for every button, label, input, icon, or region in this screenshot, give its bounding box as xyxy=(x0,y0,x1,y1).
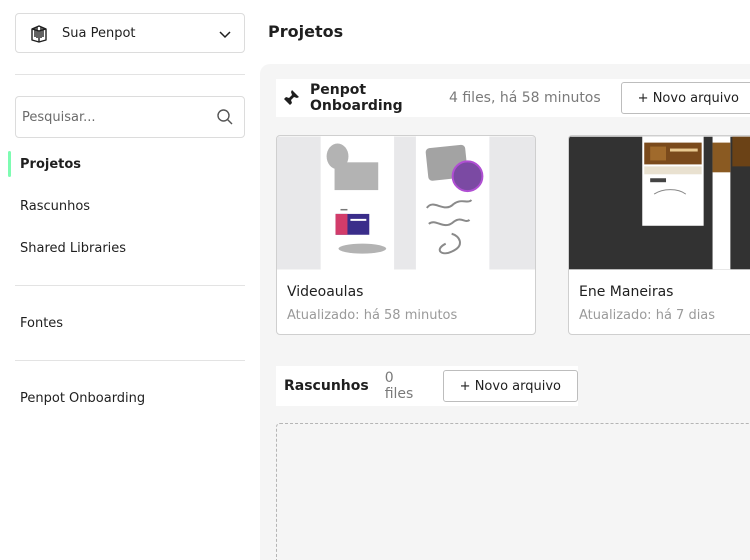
file-thumbnail xyxy=(277,136,535,270)
team-name: Sua Penpot xyxy=(62,25,136,41)
drafts-drop-zone[interactable] xyxy=(276,423,750,560)
team-selector[interactable]: Sua Penpot xyxy=(15,13,245,53)
divider xyxy=(15,74,245,75)
drafts-title: Rascunhos xyxy=(284,378,369,394)
sidebar-item-shared-libraries[interactable]: Shared Libraries xyxy=(20,241,126,256)
sidebar-item-fontes[interactable]: Fontes xyxy=(20,316,63,331)
main-content: Penpot Onboarding 4 files, há 58 minutos… xyxy=(260,64,750,560)
project-name[interactable]: Penpot Onboarding xyxy=(310,82,435,114)
drafts-new-file-button[interactable]: + Novo arquivo xyxy=(442,370,578,402)
page-title: Projetos xyxy=(268,22,344,41)
project-meta: 4 files, há 58 minutos xyxy=(449,90,601,106)
chevron-down-icon xyxy=(218,26,232,40)
search-box xyxy=(15,96,245,138)
new-file-button[interactable]: + Novo arquivo xyxy=(620,82,750,114)
file-title: Ene Maneiras xyxy=(579,284,674,300)
file-card[interactable]: Videoaulas Atualizado: há 58 minutos xyxy=(276,135,536,335)
active-indicator xyxy=(8,151,11,177)
sidebar-item-projetos[interactable]: Projetos xyxy=(20,157,81,172)
divider xyxy=(15,285,245,286)
pin-icon[interactable] xyxy=(282,89,300,107)
sidebar-item-rascunhos[interactable]: Rascunhos xyxy=(20,199,90,214)
divider xyxy=(15,360,245,361)
file-thumbnail xyxy=(569,136,750,270)
shopping-bag-icon xyxy=(28,22,50,44)
sidebar-item-penpot-onboarding[interactable]: Penpot Onboarding xyxy=(20,391,145,406)
sidebar: Sua Penpot Projetos Rascunhos Shared Lib… xyxy=(0,0,260,560)
file-updated: Atualizado: há 7 dias xyxy=(579,308,716,323)
project-header: Penpot Onboarding 4 files, há 58 minutos… xyxy=(276,79,750,117)
file-title: Videoaulas xyxy=(287,284,364,300)
search-icon[interactable] xyxy=(216,108,234,126)
search-input[interactable] xyxy=(22,109,216,125)
drafts-header: Rascunhos 0 files + Novo arquivo xyxy=(276,366,578,406)
file-updated: Atualizado: há 58 minutos xyxy=(287,308,458,323)
file-card[interactable]: Ene Maneiras Atualizado: há 7 dias xyxy=(568,135,750,335)
drafts-count: 0 files xyxy=(384,370,414,402)
